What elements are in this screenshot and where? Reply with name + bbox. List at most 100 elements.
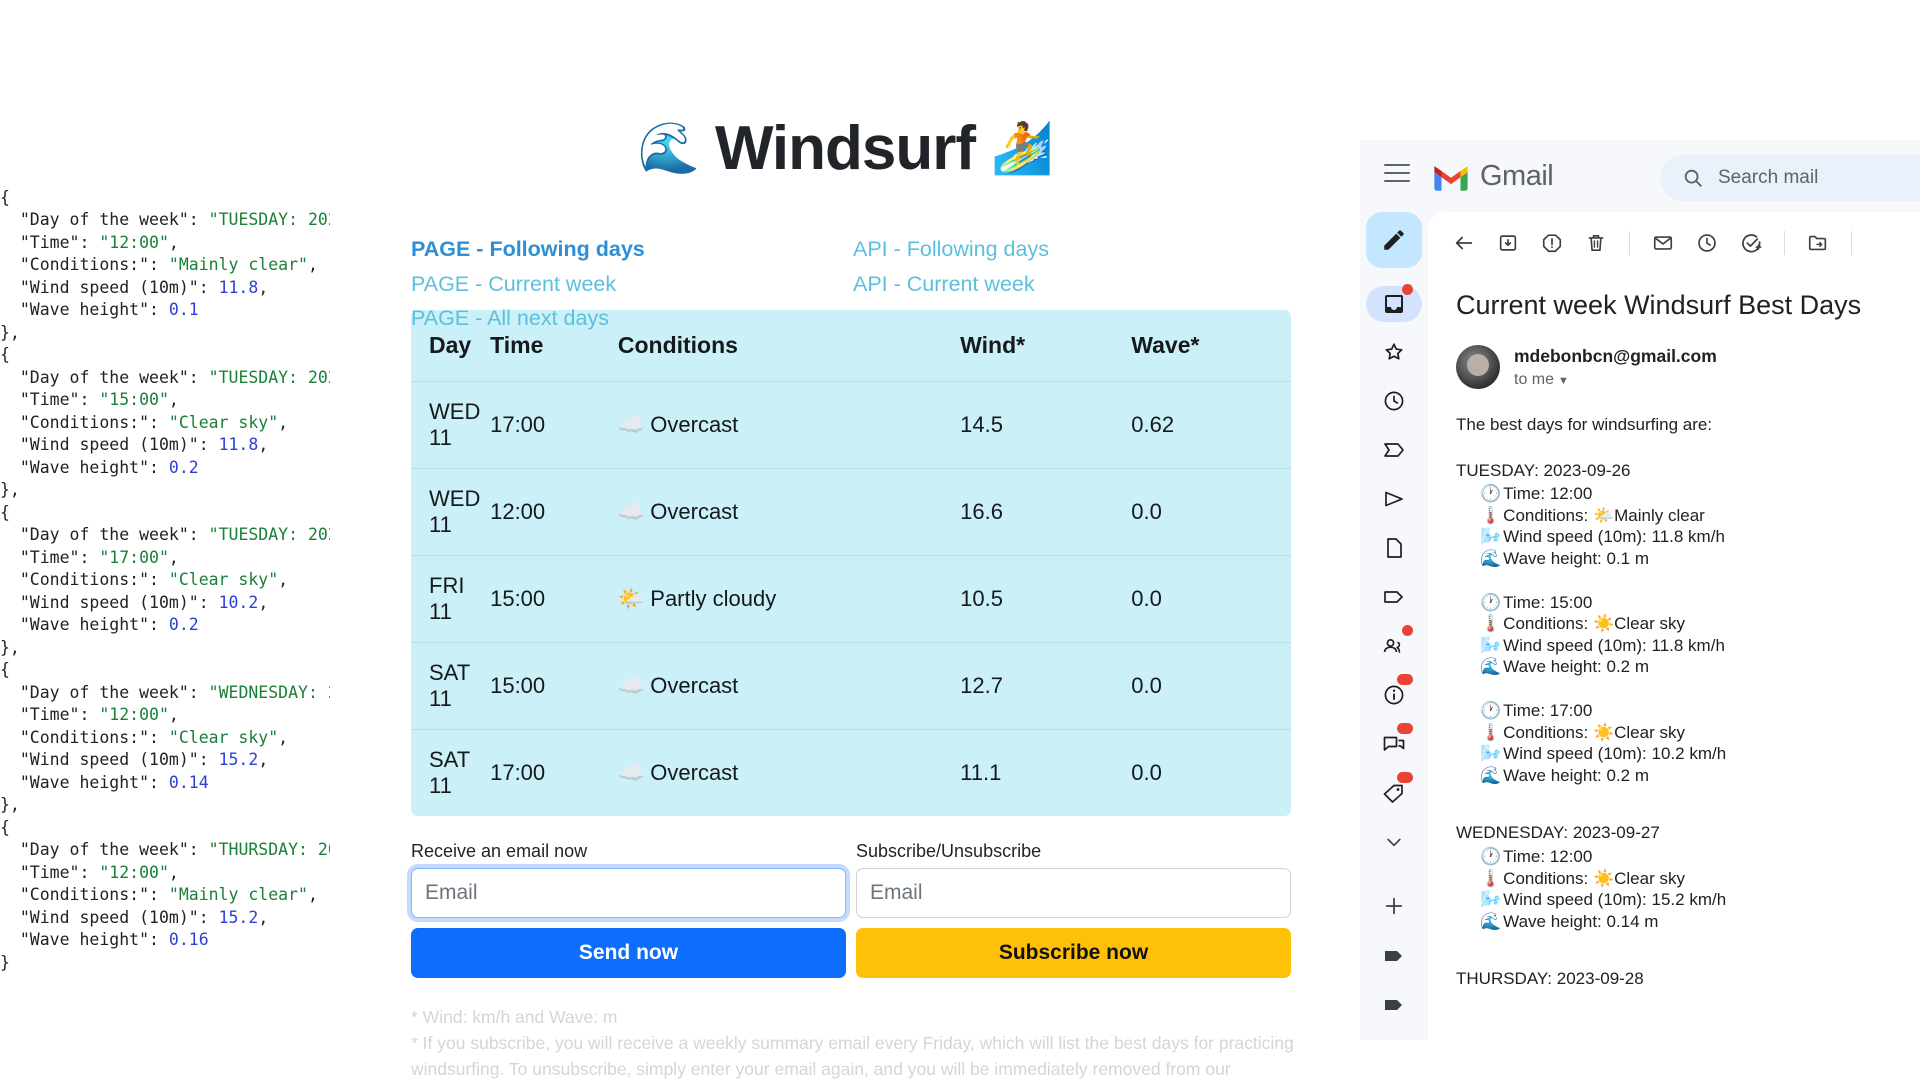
gmail-brand-text: Gmail bbox=[1480, 160, 1553, 193]
clock-icon: 🕐 bbox=[1480, 593, 1501, 612]
report-spam-button[interactable] bbox=[1532, 223, 1572, 263]
cell-wave: 0.0 bbox=[1131, 643, 1291, 730]
recipient-line[interactable]: to me ▼ bbox=[1514, 369, 1717, 392]
weather-icon: ☁️ bbox=[618, 760, 645, 785]
cell-conditions: ☁️Overcast bbox=[618, 382, 960, 469]
cell-wind: 12.7 bbox=[960, 643, 1131, 730]
cell-conditions: 🌤️Partly cloudy bbox=[618, 556, 960, 643]
cell-wind: 11.1 bbox=[960, 730, 1131, 817]
add-to-tasks-button[interactable] bbox=[1731, 223, 1771, 263]
send-now-button[interactable]: Send now bbox=[411, 928, 846, 978]
sidebar-item-social[interactable] bbox=[1366, 627, 1422, 665]
email-time-slot: 🕐Time: 15:00🌡️Conditions: ☀️Clear sky🌬️W… bbox=[1480, 592, 1920, 678]
slot-wind: 🌬️Wind speed (10m): 11.8 km/h bbox=[1480, 635, 1920, 657]
nav-link-page-current-week[interactable]: PAGE - Current week bbox=[411, 267, 645, 302]
sidebar-expand-labels[interactable] bbox=[1366, 1035, 1422, 1040]
column-header-conditions: Conditions bbox=[618, 310, 960, 382]
page-title-text: Windsurf bbox=[715, 114, 975, 183]
gmail-message-toolbar bbox=[1428, 212, 1920, 274]
main-menu-icon[interactable] bbox=[1384, 164, 1410, 182]
slot-wind: 🌬️Wind speed (10m): 10.2 km/h bbox=[1480, 743, 1920, 765]
cell-wave: 0.0 bbox=[1131, 469, 1291, 556]
sidebar-item-custom-label-2[interactable] bbox=[1366, 986, 1422, 1024]
cell-time: 12:00 bbox=[490, 469, 618, 556]
star-icon bbox=[1382, 340, 1406, 364]
thermometer-icon: 🌡️ bbox=[1480, 614, 1501, 633]
spacer bbox=[1456, 786, 1920, 822]
weather-icon: ☀️ bbox=[1593, 614, 1614, 633]
cell-time: 17:00 bbox=[490, 730, 618, 817]
sidebar-item-drafts[interactable] bbox=[1366, 529, 1422, 567]
weather-icon: ☀️ bbox=[1593, 723, 1614, 742]
slot-time: 🕐Time: 17:00 bbox=[1480, 700, 1920, 722]
cell-wave: 0.0 bbox=[1131, 730, 1291, 817]
slot-time: 🕐Time: 15:00 bbox=[1480, 592, 1920, 614]
archive-button[interactable] bbox=[1488, 223, 1528, 263]
sidebar-item-inbox[interactable] bbox=[1366, 286, 1422, 322]
wind-icon: 🌬️ bbox=[1480, 636, 1501, 655]
send-email-form: Receive an email now Send now bbox=[411, 841, 846, 978]
weather-icon: ☁️ bbox=[618, 412, 645, 437]
tag-filled-icon bbox=[1381, 994, 1407, 1016]
email-sender-row: mdebonbcn@gmail.com to me▼ bbox=[1428, 321, 1920, 392]
wave-icon: 🌊 bbox=[1480, 549, 1501, 568]
slot-wave: 🌊Wave height: 0.14 m bbox=[1480, 911, 1920, 933]
gmail-logo[interactable]: Gmail bbox=[1432, 160, 1553, 193]
sidebar-item-promotions[interactable] bbox=[1366, 774, 1422, 812]
email-time-slot: 🕐Time: 12:00🌡️Conditions: 🌤️Mainly clear… bbox=[1480, 483, 1920, 569]
cell-time: 15:00 bbox=[490, 556, 618, 643]
delete-button[interactable] bbox=[1576, 223, 1616, 263]
gmail-header: Gmail Search mail bbox=[1360, 140, 1920, 212]
envelope-icon bbox=[1652, 232, 1674, 254]
weather-icon: 🌤️ bbox=[618, 586, 645, 611]
sidebar-item-snoozed[interactable] bbox=[1366, 382, 1422, 420]
sidebar-item-forums[interactable] bbox=[1366, 725, 1422, 763]
sidebar-item-label[interactable] bbox=[1366, 578, 1422, 616]
sidebar-item-important[interactable] bbox=[1366, 431, 1422, 469]
wave-emoji-icon: 🌊 bbox=[637, 120, 698, 176]
sidebar-item-updates[interactable] bbox=[1366, 676, 1422, 714]
nav-link-page-following-days[interactable]: PAGE - Following days bbox=[411, 232, 645, 267]
gmail-body: Current week Windsurf Best Days mdebonbc… bbox=[1360, 212, 1920, 1040]
slot-conditions: 🌡️Conditions: 🌤️Mainly clear bbox=[1480, 505, 1920, 527]
mark-as-unread-button[interactable] bbox=[1643, 223, 1683, 263]
chevron-down-icon bbox=[1384, 832, 1404, 852]
sidebar-item-starred[interactable] bbox=[1366, 333, 1422, 371]
table-row: WED 1112:00☁️Overcast16.60.0 bbox=[411, 469, 1291, 556]
unread-badge-dot bbox=[1397, 674, 1413, 685]
slot-conditions: 🌡️Conditions: ☀️Clear sky bbox=[1480, 868, 1920, 890]
slot-wind: 🌬️Wind speed (10m): 15.2 km/h bbox=[1480, 889, 1920, 911]
gmail-search-box[interactable]: Search mail bbox=[1660, 155, 1920, 201]
slot-time: 🕐Time: 12:00 bbox=[1480, 846, 1920, 868]
unread-badge-dot bbox=[1397, 723, 1413, 734]
slot-conditions: 🌡️Conditions: ☀️Clear sky bbox=[1480, 722, 1920, 744]
email-time-slot: 🕐Time: 12:00🌡️Conditions: ☀️Clear sky🌬️W… bbox=[1480, 846, 1920, 932]
document-icon bbox=[1382, 536, 1406, 560]
wind-icon: 🌬️ bbox=[1480, 890, 1501, 909]
sidebar-expand-more[interactable] bbox=[1366, 823, 1422, 861]
nav-links-api-column: API - Following daysAPI - Current week bbox=[853, 232, 1049, 301]
sidebar-item-custom-label-1[interactable] bbox=[1366, 937, 1422, 975]
unread-badge-dot bbox=[1397, 772, 1413, 783]
back-button[interactable] bbox=[1444, 223, 1484, 263]
cell-conditions: ☁️Overcast bbox=[618, 643, 960, 730]
sidebar-item-sent[interactable] bbox=[1366, 480, 1422, 518]
nav-link-api-current-week[interactable]: API - Current week bbox=[853, 267, 1049, 302]
send-email-input[interactable] bbox=[411, 868, 846, 918]
move-to-button[interactable] bbox=[1798, 223, 1838, 263]
slot-wave: 🌊Wave height: 0.1 m bbox=[1480, 548, 1920, 570]
recipient-text: to me bbox=[1514, 371, 1554, 388]
archive-icon bbox=[1497, 232, 1519, 254]
slot-wave: 🌊Wave height: 0.2 m bbox=[1480, 765, 1920, 787]
nav-link-page-all-next-days[interactable]: PAGE - All next days bbox=[411, 301, 645, 336]
send-email-label: Receive an email now bbox=[411, 841, 846, 862]
snooze-button[interactable] bbox=[1687, 223, 1727, 263]
create-new-label-button[interactable] bbox=[1366, 887, 1422, 925]
email-time-slot: 🕐Time: 17:00🌡️Conditions: ☀️Clear sky🌬️W… bbox=[1480, 700, 1920, 786]
subscribe-now-button[interactable]: Subscribe now bbox=[856, 928, 1291, 978]
compose-button[interactable] bbox=[1366, 212, 1422, 268]
column-header-wave: Wave* bbox=[1131, 310, 1291, 382]
chevron-down-icon: ▼ bbox=[1558, 375, 1569, 387]
nav-link-api-following-days[interactable]: API - Following days bbox=[853, 232, 1049, 267]
subscribe-email-input[interactable] bbox=[856, 868, 1291, 918]
